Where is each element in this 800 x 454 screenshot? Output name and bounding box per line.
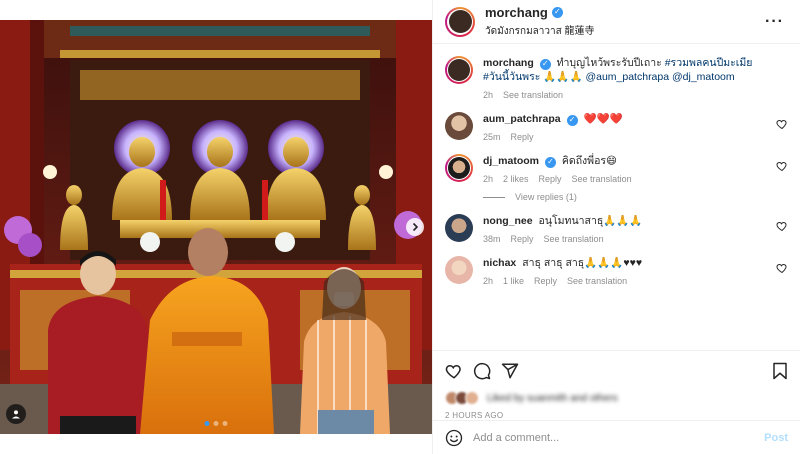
post-time: 2 HOURS AGO — [445, 411, 504, 420]
see-translation-link[interactable]: See translation — [572, 174, 632, 184]
temple-photo — [0, 20, 432, 434]
heart-icon[interactable] — [776, 220, 788, 232]
comment-text: คิดถึงพี่อร😄 — [561, 155, 617, 167]
comment-input[interactable] — [473, 431, 765, 444]
caption-mention[interactable]: @dj_matoom — [672, 71, 735, 83]
comment-username[interactable]: aum_patchrapa — [483, 113, 561, 125]
verified-badge-icon: ✓ — [539, 58, 551, 70]
commenter-avatar[interactable] — [445, 214, 473, 242]
commenter-avatar[interactable] — [445, 112, 473, 140]
post-media — [0, 0, 432, 454]
verified-badge-icon: ✓ — [551, 6, 563, 18]
author-username[interactable]: morchang — [485, 5, 548, 20]
heart-icon[interactable] — [776, 160, 788, 172]
carousel-dot — [222, 421, 228, 426]
comment-time: 25m — [483, 132, 501, 142]
author-avatar[interactable] — [445, 6, 475, 37]
user-tag-icon — [12, 410, 20, 419]
view-replies-label: View replies (1) — [515, 192, 577, 202]
bookmark-icon[interactable] — [772, 362, 788, 380]
post-comment-button[interactable]: Post — [764, 432, 788, 444]
caption-mention[interactable]: @aum_patchrapa — [585, 71, 669, 83]
commenter-avatar[interactable] — [445, 256, 473, 284]
comment-item: nong_nee อนุโมทนาสาธุ🙏🙏🙏 38m Reply See t… — [445, 214, 788, 244]
comment-time: 38m — [483, 234, 501, 244]
comment-likes[interactable]: 2 likes — [503, 174, 529, 184]
verified-badge-icon: ✓ — [566, 114, 578, 126]
caption-hashtag[interactable]: #วันนี้วันพระ — [483, 71, 540, 83]
verified-badge-icon: ✓ — [544, 156, 556, 168]
post-panel: morchang ✓ วัดมังกรกมลาวาส 龍蓮寺 ··· morch… — [432, 0, 800, 454]
comment-item: aum_patchrapa ✓ ❤️❤️❤️ 25m Reply — [445, 112, 788, 142]
emoji-icon[interactable] — [445, 429, 463, 447]
carousel-indicator — [204, 421, 228, 426]
comment-text: ❤️❤️❤️ — [583, 113, 623, 125]
comment-username[interactable]: dj_matoom — [483, 155, 539, 167]
comment-text: อนุโมทนาสาธุ🙏🙏🙏 — [538, 215, 643, 227]
comment-item: dj_matoom ✓ คิดถึงพี่อร😄 2h 2 likes Repl… — [445, 154, 788, 184]
commenter-avatar[interactable] — [445, 154, 473, 182]
carousel-dot — [204, 421, 210, 426]
see-translation-link[interactable]: See translation — [567, 276, 627, 286]
comment-icon[interactable] — [473, 362, 491, 380]
post-photo[interactable] — [0, 20, 432, 434]
user-tag-button[interactable] — [6, 404, 26, 424]
share-icon[interactable] — [501, 362, 519, 380]
reply-button[interactable]: Reply — [534, 276, 557, 286]
heart-icon[interactable] — [776, 262, 788, 274]
reply-button[interactable]: Reply — [539, 174, 562, 184]
comment-time: 2h — [483, 174, 494, 184]
post-actions: Liked by suanmith and others 2 HOURS AGO — [433, 350, 800, 420]
caption-username[interactable]: morchang — [483, 57, 534, 69]
likes-summary[interactable]: Liked by suanmith and others — [445, 389, 788, 407]
comment-username[interactable]: nichax — [483, 257, 516, 269]
comment-username[interactable]: nong_nee — [483, 215, 533, 227]
see-translation-link[interactable]: See translation — [503, 90, 563, 100]
post-header: morchang ✓ วัดมังกรกมลาวาส 龍蓮寺 ··· — [433, 0, 800, 44]
carousel-dot — [213, 421, 219, 426]
comment-time: 2h — [483, 276, 494, 286]
see-translation-link[interactable]: See translation — [544, 234, 604, 244]
add-comment-bar: Post — [433, 420, 800, 454]
comments-list: morchang ✓ ทำบุญไหว้พระรับปีเถาะ #รวมพลค… — [433, 44, 800, 350]
heart-icon[interactable] — [445, 362, 463, 380]
caption-time: 2h — [483, 90, 494, 100]
post-caption: morchang ✓ ทำบุญไหว้พระรับปีเถาะ #รวมพลค… — [445, 56, 788, 100]
reply-button[interactable]: Reply — [511, 234, 534, 244]
view-replies-button[interactable]: View replies (1) — [483, 192, 788, 202]
comment-likes[interactable]: 1 like — [503, 276, 524, 286]
comment-item: nichax สาธุ สาธุ สาธุ🙏🙏🙏♥♥♥ 2h 1 like Re… — [445, 256, 788, 286]
reply-button[interactable]: Reply — [511, 132, 534, 142]
likes-text: Liked by suanmith and others — [487, 392, 618, 404]
more-options-icon[interactable]: ··· — [761, 13, 788, 31]
caption-hashtag[interactable]: #รวมพลคนปีมะเมีย — [665, 57, 753, 69]
caption-avatar[interactable] — [445, 56, 473, 84]
caption-text: ทำบุญไหว้พระรับปีเถาะ — [556, 57, 662, 69]
post-location[interactable]: วัดมังกรกมลาวาส 龍蓮寺 — [485, 22, 761, 39]
carousel-next-button[interactable] — [406, 218, 424, 236]
heart-icon[interactable] — [776, 118, 788, 130]
caption-emoji: 🙏🙏🙏 — [543, 71, 583, 83]
chevron-right-icon — [412, 222, 419, 232]
comment-text: สาธุ สาธุ สาธุ🙏🙏🙏♥♥♥ — [522, 257, 643, 269]
